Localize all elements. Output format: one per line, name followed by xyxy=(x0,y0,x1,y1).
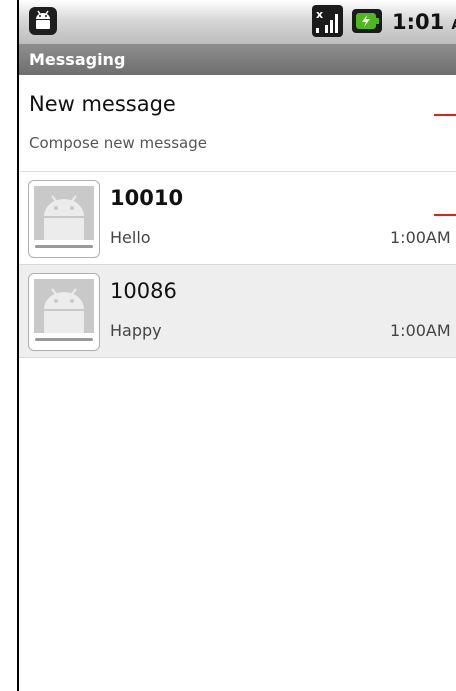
phone-screen: x 1:01 AM Messaging New message Compose … xyxy=(17,0,456,691)
avatar-shelf xyxy=(35,338,93,341)
red-indicator-mark xyxy=(434,114,456,116)
avatar[interactable] xyxy=(28,180,100,258)
clock-ampm: AM xyxy=(452,18,456,33)
conversation-time: 1:00AM xyxy=(390,228,451,247)
conversation-name: 10086 xyxy=(110,279,177,303)
page-title: Messaging xyxy=(29,50,126,69)
conversation-snippet: Happy xyxy=(110,321,162,340)
android-avatar-icon xyxy=(34,186,94,240)
empty-list-area xyxy=(19,358,456,691)
android-avatar-icon xyxy=(34,279,94,333)
conversation-name: 10010 xyxy=(110,186,184,210)
avatar[interactable] xyxy=(28,273,100,351)
clock-time: 1:01 xyxy=(392,10,445,34)
conversation-item[interactable]: 10086 Happy 1:00AM xyxy=(19,265,456,358)
new-message-subtitle: Compose new message xyxy=(29,134,207,152)
avatar-shelf xyxy=(35,245,93,248)
new-message-row[interactable]: New message Compose new message xyxy=(19,76,456,172)
svg-text:x: x xyxy=(316,8,323,21)
title-bar: Messaging xyxy=(19,45,456,75)
new-message-title: New message xyxy=(29,92,176,116)
conversation-time: 1:00AM xyxy=(390,321,451,340)
status-bar: x 1:01 AM xyxy=(19,0,456,45)
android-notification-icon xyxy=(29,7,57,35)
unread-indicator-mark xyxy=(434,214,456,216)
signal-strength-icon: x xyxy=(312,5,343,37)
conversation-item[interactable]: 10010 Hello 1:00AM xyxy=(19,172,456,265)
status-clock: 1:01 AM xyxy=(392,10,456,34)
battery-charging-icon xyxy=(352,9,382,33)
conversation-snippet: Hello xyxy=(110,228,151,247)
